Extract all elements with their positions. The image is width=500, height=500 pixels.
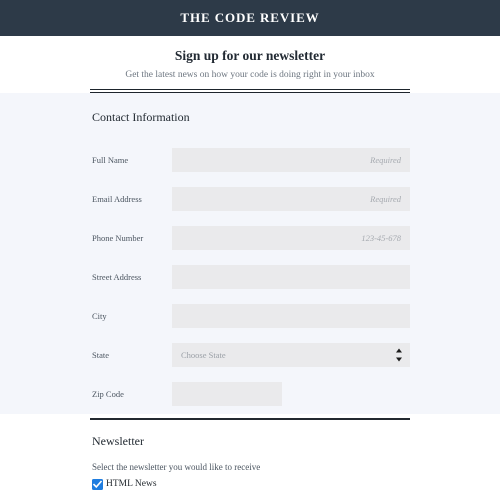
zip-code-input[interactable] [172, 382, 282, 406]
field-row-state: State Choose State [90, 336, 410, 375]
field-row-full-name: Full Name [90, 141, 410, 180]
state-select[interactable]: Choose State [172, 343, 410, 367]
label-zip-code: Zip Code [92, 389, 124, 399]
select-wrap-state: Choose State [172, 343, 410, 367]
label-state: State [92, 350, 109, 360]
control-city [172, 304, 410, 328]
label-phone-number: Phone Number [92, 233, 144, 243]
site-title: THE CODE REVIEW [180, 10, 320, 25]
page-title: Sign up for our newsletter [174, 48, 326, 63]
contact-information-panel: Contact Information Full Name Email Addre… [0, 92, 500, 414]
field-row-phone-number: Phone Number [90, 219, 410, 258]
label-street-address: Street Address [92, 272, 142, 282]
html-news-label: HTML News [106, 479, 157, 489]
field-row-city: City [90, 297, 410, 336]
full-name-input[interactable] [172, 148, 410, 172]
newsletter-section: Newsletter Select the newsletter you wou… [90, 419, 410, 490]
contact-fields-list: Full Name Email Address Phone Number Street… [90, 141, 410, 414]
control-zip-code [172, 382, 410, 406]
label-city: City [92, 311, 107, 321]
newsletter-heading: Newsletter [92, 433, 144, 448]
contact-information-heading: Contact Information [92, 109, 190, 124]
newsletter-option-row[interactable]: HTML News [92, 478, 410, 490]
field-row-street-address: Street Address [90, 258, 410, 297]
city-input[interactable] [172, 304, 410, 328]
field-row-zip-code: Zip Code [90, 375, 410, 414]
label-full-name: Full Name [92, 155, 129, 165]
control-state: Choose State [172, 343, 410, 367]
checkmark-icon [93, 479, 102, 488]
site-masthead: THE CODE REVIEW [0, 0, 500, 36]
html-news-checkbox[interactable] [92, 478, 103, 490]
control-full-name [172, 148, 410, 172]
label-email-address: Email Address [92, 194, 142, 204]
field-row-email-address: Email Address [90, 180, 410, 219]
phone-number-input[interactable] [172, 226, 410, 250]
intro-section: Sign up for our newsletter Get the lates… [0, 36, 500, 80]
control-phone-number [172, 226, 410, 250]
email-address-input[interactable] [172, 187, 410, 211]
street-address-input[interactable] [172, 265, 410, 289]
control-street-address [172, 265, 410, 289]
page-subtitle: Get the latest news on how your code is … [125, 70, 375, 80]
control-email-address [172, 187, 410, 211]
divider-top-wrap [0, 80, 500, 93]
newsletter-instruction: Select the newsletter you would like to … [92, 461, 261, 472]
